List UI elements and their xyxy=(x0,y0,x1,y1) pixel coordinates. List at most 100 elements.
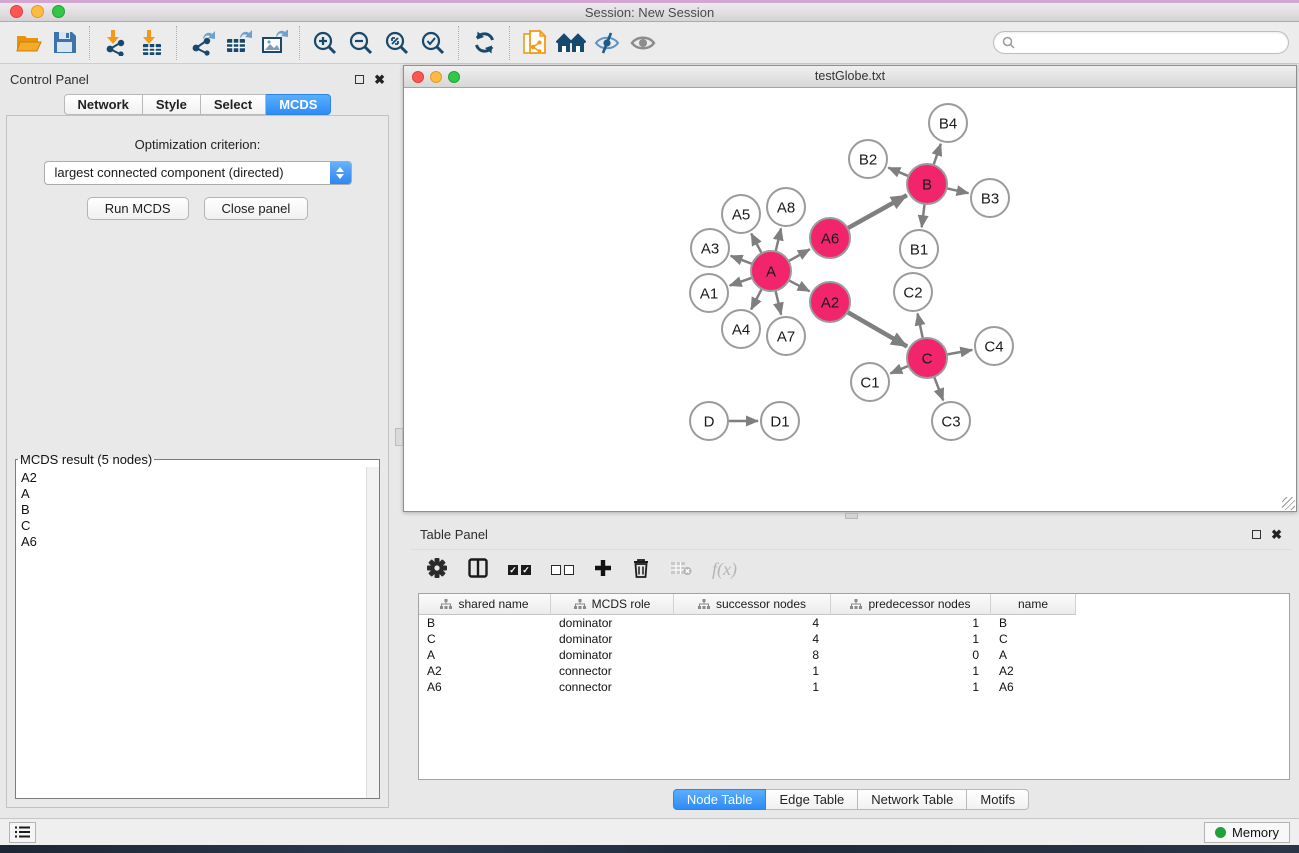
tab-network-table[interactable]: Network Table xyxy=(858,789,967,810)
hide-graphics-details-button[interactable] xyxy=(589,25,625,61)
column-header-successor-nodes[interactable]: successor nodes xyxy=(674,594,831,615)
export-image-button[interactable] xyxy=(256,25,292,61)
float-panel-icon[interactable] xyxy=(355,75,364,84)
cell-successor-nodes[interactable]: 1 xyxy=(674,679,831,695)
cell-successor-nodes[interactable]: 8 xyxy=(674,647,831,663)
edge-C-C4[interactable] xyxy=(947,350,973,355)
select-all-columns-button[interactable]: ✓ ✓ xyxy=(508,565,531,575)
open-session-button[interactable] xyxy=(10,25,46,61)
node-C3[interactable]: C3 xyxy=(932,402,970,440)
table-row[interactable]: Adominator80A xyxy=(419,647,1289,663)
show-graphics-details-button[interactable] xyxy=(625,25,661,61)
network-zoom-button[interactable] xyxy=(448,71,460,83)
import-network-button[interactable] xyxy=(97,25,133,61)
node-A1[interactable]: A1 xyxy=(690,274,728,312)
create-column-button[interactable] xyxy=(594,559,612,580)
node-B2[interactable]: B2 xyxy=(849,140,887,178)
cell-name[interactable]: A xyxy=(991,647,1076,663)
node-D1[interactable]: D1 xyxy=(761,402,799,440)
table-settings-button[interactable] xyxy=(426,557,448,582)
node-A2[interactable]: A2 xyxy=(810,282,850,322)
cell-predecessor-nodes[interactable]: 1 xyxy=(831,615,991,631)
result-item[interactable]: C xyxy=(21,518,374,534)
edge-C-C1[interactable] xyxy=(890,366,908,374)
delete-columns-button[interactable] xyxy=(632,558,650,581)
cell-mcds-role[interactable]: dominator xyxy=(551,615,674,631)
node-B1[interactable]: B1 xyxy=(900,230,938,268)
edge-B-B4[interactable] xyxy=(934,144,941,165)
node-B4[interactable]: B4 xyxy=(929,104,967,142)
cell-mcds-role[interactable]: dominator xyxy=(551,647,674,663)
result-item[interactable]: B xyxy=(21,502,374,518)
network-close-button[interactable] xyxy=(412,71,424,83)
edge-A-A5[interactable] xyxy=(751,234,762,254)
column-header-shared-name[interactable]: shared name xyxy=(419,594,551,615)
close-panel-button[interactable]: Close panel xyxy=(204,197,309,220)
vertical-divider-grip[interactable] xyxy=(395,428,403,446)
edge-A-A7[interactable] xyxy=(776,291,782,315)
function-builder-button[interactable]: f(x) xyxy=(712,559,737,580)
delete-table-button[interactable] xyxy=(670,560,692,579)
memory-button[interactable]: Memory xyxy=(1204,822,1290,843)
network-canvas[interactable]: B4B2BB3B1A5A8A6A3AA1C2A2A4A7C4CC1C3DD1 xyxy=(404,88,1296,511)
node-table[interactable]: shared nameMCDS rolesuccessor nodesprede… xyxy=(418,593,1290,780)
window-resize-grip[interactable] xyxy=(1282,497,1295,510)
zoom-out-button[interactable] xyxy=(343,25,379,61)
result-item[interactable]: A2 xyxy=(21,470,374,486)
table-row[interactable]: Bdominator41B xyxy=(419,615,1289,631)
cell-successor-nodes[interactable]: 4 xyxy=(674,615,831,631)
search-field[interactable] xyxy=(993,31,1289,54)
cell-shared-name[interactable]: A2 xyxy=(419,663,551,679)
node-D[interactable]: D xyxy=(690,402,728,440)
result-item[interactable]: A xyxy=(21,486,374,502)
tab-motifs[interactable]: Motifs xyxy=(967,789,1029,810)
export-table-button[interactable] xyxy=(220,25,256,61)
result-scrollbar[interactable] xyxy=(366,467,379,798)
criterion-dropdown[interactable]: largest connected component (directed) xyxy=(44,161,352,185)
cell-name[interactable]: C xyxy=(991,631,1076,647)
cell-mcds-role[interactable]: dominator xyxy=(551,631,674,647)
network-from-selection-button[interactable] xyxy=(517,25,553,61)
cell-predecessor-nodes[interactable]: 0 xyxy=(831,647,991,663)
float-table-panel-icon[interactable] xyxy=(1252,530,1261,539)
cell-name[interactable]: B xyxy=(991,615,1076,631)
edge-B-B3[interactable] xyxy=(947,188,969,193)
cell-name[interactable]: A2 xyxy=(991,663,1076,679)
edge-A2-C[interactable] xyxy=(847,312,907,347)
cell-predecessor-nodes[interactable]: 1 xyxy=(831,663,991,679)
column-header-predecessor-nodes[interactable]: predecessor nodes xyxy=(831,594,991,615)
node-A[interactable]: A xyxy=(751,251,791,291)
node-B[interactable]: B xyxy=(907,164,947,204)
node-B3[interactable]: B3 xyxy=(971,179,1009,217)
node-C2[interactable]: C2 xyxy=(894,273,932,311)
cell-shared-name[interactable]: A xyxy=(419,647,551,663)
tab-edge-table[interactable]: Edge Table xyxy=(766,789,858,810)
node-C1[interactable]: C1 xyxy=(851,363,889,401)
edge-A-A6[interactable] xyxy=(789,249,810,261)
cell-predecessor-nodes[interactable]: 1 xyxy=(831,631,991,647)
show-columns-button[interactable] xyxy=(468,558,488,581)
tab-node-table[interactable]: Node Table xyxy=(673,789,767,810)
node-A7[interactable]: A7 xyxy=(767,317,805,355)
zoom-in-button[interactable] xyxy=(307,25,343,61)
run-mcds-button[interactable]: Run MCDS xyxy=(87,197,189,220)
cell-successor-nodes[interactable]: 4 xyxy=(674,631,831,647)
edge-A6-B[interactable] xyxy=(848,195,907,228)
search-input[interactable] xyxy=(1020,36,1280,50)
table-row[interactable]: A2connector11A2 xyxy=(419,663,1289,679)
cell-mcds-role[interactable]: connector xyxy=(551,663,674,679)
edge-A-A8[interactable] xyxy=(776,228,781,251)
network-minimize-button[interactable] xyxy=(430,71,442,83)
node-A4[interactable]: A4 xyxy=(722,310,760,348)
minimize-window-button[interactable] xyxy=(31,5,44,18)
task-history-button[interactable] xyxy=(9,822,36,843)
edge-A-A2[interactable] xyxy=(789,280,810,291)
node-A5[interactable]: A5 xyxy=(722,195,760,233)
edge-B-B2[interactable] xyxy=(888,168,908,177)
save-session-button[interactable] xyxy=(46,25,82,61)
cell-shared-name[interactable]: B xyxy=(419,615,551,631)
close-window-button[interactable] xyxy=(10,5,23,18)
cell-shared-name[interactable]: C xyxy=(419,631,551,647)
close-panel-icon[interactable]: ✖ xyxy=(374,75,385,84)
result-item[interactable]: A6 xyxy=(21,534,374,550)
